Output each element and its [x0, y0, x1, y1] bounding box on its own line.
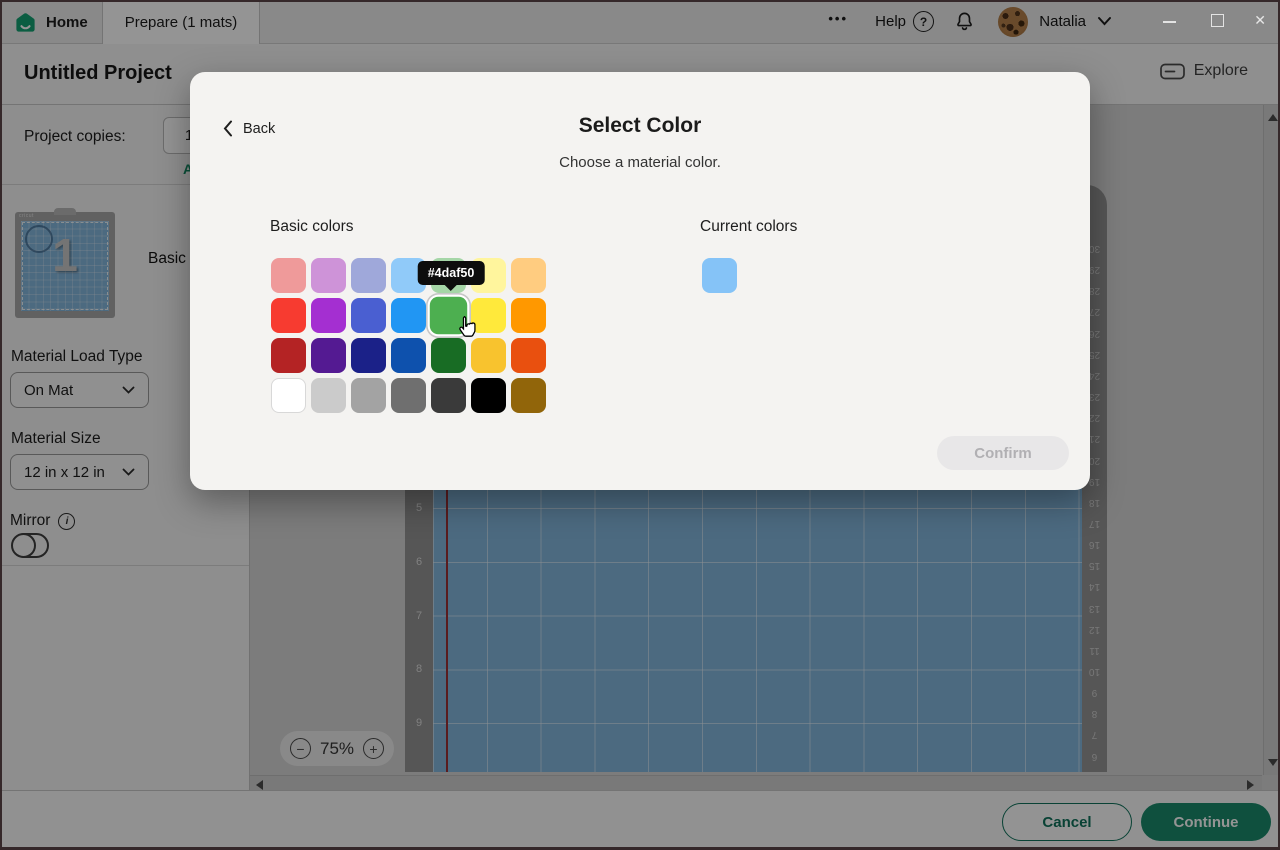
color-swatch[interactable]: [311, 338, 346, 373]
maximize-button[interactable]: [1211, 14, 1224, 27]
app-window: Home Prepare (1 mats) ••• Help ? Natalia…: [0, 0, 1280, 850]
window-edge: [0, 0, 1280, 2]
color-swatch[interactable]: [511, 298, 546, 333]
minimize-button[interactable]: [1163, 21, 1176, 23]
current-color-swatch[interactable]: [702, 258, 737, 293]
color-swatch[interactable]: [311, 258, 346, 293]
dialog-subtitle: Choose a material color.: [190, 154, 1090, 171]
basic-colors-label: Basic colors: [270, 218, 354, 236]
color-swatch[interactable]: [511, 258, 546, 293]
color-swatch[interactable]: [351, 258, 386, 293]
confirm-button: Confirm: [937, 436, 1069, 470]
color-swatch[interactable]: [351, 298, 386, 333]
color-swatch[interactable]: [271, 378, 306, 413]
color-swatch[interactable]: [391, 298, 426, 333]
color-swatch[interactable]: [271, 298, 306, 333]
color-swatch[interactable]: [311, 298, 346, 333]
basic-colors-grid: [271, 258, 551, 413]
color-swatch[interactable]: [311, 378, 346, 413]
window-edge: [0, 0, 2, 850]
color-swatch[interactable]: [511, 338, 546, 373]
color-swatch[interactable]: [271, 258, 306, 293]
color-swatch[interactable]: [391, 338, 426, 373]
color-swatch[interactable]: [351, 378, 386, 413]
color-swatch[interactable]: [471, 378, 506, 413]
current-colors-row: [702, 258, 737, 293]
window-controls: ✕: [1130, 0, 1280, 44]
close-button[interactable]: ✕: [1254, 12, 1266, 29]
color-swatch[interactable]: [511, 378, 546, 413]
current-colors-label: Current colors: [700, 218, 797, 236]
color-hex-tooltip: #4daf50: [418, 261, 485, 285]
cursor-pointer-icon: [454, 314, 480, 344]
color-swatch[interactable]: [351, 338, 386, 373]
color-swatch[interactable]: [271, 338, 306, 373]
select-color-dialog: Back Select Color Choose a material colo…: [190, 72, 1090, 490]
color-swatch[interactable]: [431, 378, 466, 413]
dialog-title: Select Color: [190, 114, 1090, 138]
color-swatch[interactable]: [391, 378, 426, 413]
